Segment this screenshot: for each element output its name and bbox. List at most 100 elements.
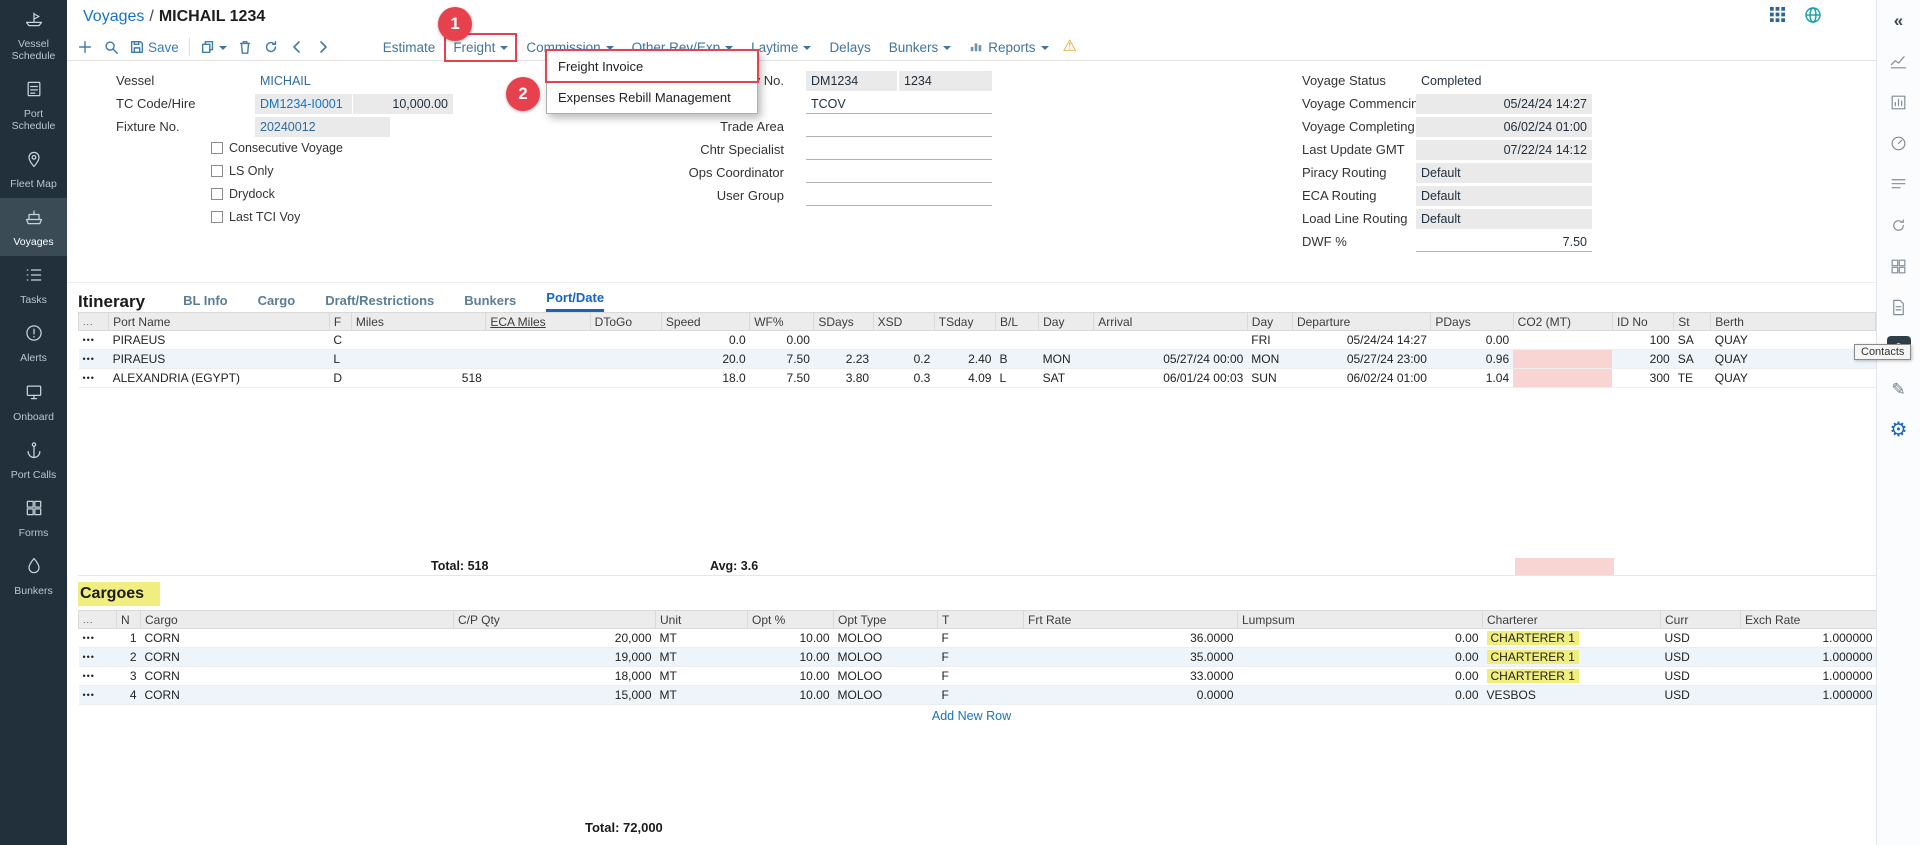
trade-area-field[interactable]: [806, 117, 992, 137]
prev-icon[interactable]: [289, 39, 305, 55]
warning-icon[interactable]: ⚠: [1063, 39, 1077, 55]
add-new-row-link[interactable]: Add New Row: [932, 709, 1011, 723]
voyage-commencing-field[interactable]: 05/24/24 14:27: [1416, 94, 1592, 114]
ls-only-checkbox[interactable]: [211, 165, 223, 177]
cell: 18,000: [454, 667, 656, 686]
sidebar-item-port-calls[interactable]: Port Calls: [0, 431, 67, 489]
opr-type-field[interactable]: TCOV: [806, 94, 992, 114]
settings-icon[interactable]: ⚙: [1887, 418, 1911, 442]
tc-hire-field[interactable]: 10,000.00: [353, 94, 453, 114]
edit-icon[interactable]: ✎: [1887, 377, 1911, 401]
column-header: N: [117, 611, 141, 629]
eca-routing-field[interactable]: Default: [1416, 186, 1592, 206]
cargo-row[interactable]: ••• 1 CORN 20,000 MT 10.00 MOLOO F 36.00…: [79, 629, 1877, 648]
trend-chart-icon[interactable]: [1887, 49, 1911, 73]
tab-cargo[interactable]: Cargo: [258, 293, 296, 312]
sidebar-item-voyages[interactable]: Voyages: [0, 198, 67, 256]
drydock-checkbox[interactable]: [211, 188, 223, 200]
save-label: Save: [148, 40, 179, 55]
row-menu-icon[interactable]: •••: [79, 667, 117, 686]
dwf-field[interactable]: 7.50: [1416, 232, 1592, 252]
itinerary-row[interactable]: ••• ALEXANDRIA (EGYPT) D 518 18.0 7.50 3…: [79, 369, 1876, 388]
sidebar-item-vessel-schedule[interactable]: Vessel Schedule: [0, 0, 67, 70]
sidebar-item-fleet-map[interactable]: Fleet Map: [0, 140, 67, 198]
itinerary-row[interactable]: ••• PIRAEUS L 20.0 7.50 2.23 0.2 2.40 B …: [79, 350, 1876, 369]
search-icon[interactable]: [103, 39, 119, 55]
row-menu-icon[interactable]: •••: [79, 369, 109, 388]
column-header: Unit: [656, 611, 748, 629]
cell: 4: [117, 686, 141, 705]
add-icon[interactable]: [77, 39, 93, 55]
cell: [590, 331, 661, 350]
row-menu-icon[interactable]: •••: [79, 629, 117, 648]
menu-item-expenses-rebill[interactable]: Expenses Rebill Management: [547, 82, 757, 113]
trade-area-label: Trade Area: [667, 117, 784, 137]
tab-bl-info[interactable]: BL Info: [183, 293, 228, 312]
fixture-no-field[interactable]: 20240012: [255, 117, 390, 137]
sync-icon[interactable]: [1887, 213, 1911, 237]
tab-bunkers[interactable]: Bunkers: [464, 293, 516, 312]
tc-code-hire-label: TC Code/Hire: [116, 94, 195, 114]
piracy-routing-field[interactable]: Default: [1416, 163, 1592, 183]
menu-delays[interactable]: Delays: [825, 37, 874, 58]
cell: 19,000: [454, 648, 656, 667]
delete-icon[interactable]: [237, 39, 253, 55]
cell: 0.00: [1238, 629, 1483, 648]
left-sidebar: Vessel Schedule Port Schedule Fleet Map …: [0, 0, 67, 845]
sidebar-item-bunkers[interactable]: Bunkers: [0, 547, 67, 605]
user-group-field[interactable]: [806, 186, 992, 206]
cargo-row[interactable]: ••• 3 CORN 18,000 MT 10.00 MOLOO F 33.00…: [79, 667, 1877, 686]
cell: [995, 331, 1038, 350]
grid-icon[interactable]: [1887, 254, 1911, 278]
next-icon[interactable]: [315, 39, 331, 55]
load-line-routing-field[interactable]: Default: [1416, 209, 1592, 229]
port-schedule-icon: [24, 79, 44, 104]
row-menu-icon[interactable]: •••: [79, 350, 109, 369]
sidebar-item-alerts[interactable]: Alerts: [0, 314, 67, 372]
cargoes-table: ... N Cargo C/P Qty Unit Opt % Opt Type …: [78, 610, 1877, 705]
refresh-icon[interactable]: [263, 39, 279, 55]
tab-draft-restrictions[interactable]: Draft/Restrictions: [325, 293, 434, 312]
last-update-gmt-field[interactable]: 07/22/24 14:12: [1416, 140, 1592, 160]
copy-icon[interactable]: [200, 39, 227, 55]
sidebar-item-port-schedule[interactable]: Port Schedule: [0, 70, 67, 140]
voy-no-field[interactable]: DM1234: [806, 71, 897, 91]
cell: B: [995, 350, 1038, 369]
cell: [486, 331, 590, 350]
grid-view-icon[interactable]: [1769, 6, 1786, 28]
chtr-specialist-label: Chtr Specialist: [667, 140, 784, 160]
sidebar-item-forms[interactable]: Forms: [0, 489, 67, 547]
cargoes-title-highlight: Cargoes: [78, 582, 160, 606]
list-icon[interactable]: [1887, 172, 1911, 196]
chtr-specialist-field[interactable]: [806, 140, 992, 160]
voy-no-suffix-field[interactable]: 1234: [899, 71, 992, 91]
save-button[interactable]: Save: [129, 39, 179, 55]
breadcrumb[interactable]: Voyages: [83, 8, 144, 26]
gauge-icon[interactable]: [1887, 131, 1911, 155]
document-icon[interactable]: [1887, 295, 1911, 319]
cell: 33.0000: [1024, 667, 1238, 686]
box-chart-icon[interactable]: [1887, 90, 1911, 114]
tc-code-field[interactable]: DM1234-I0001: [255, 94, 352, 114]
menu-estimate[interactable]: Estimate: [379, 37, 440, 58]
sidebar-item-tasks[interactable]: Tasks: [0, 256, 67, 314]
sidebar-item-onboard[interactable]: Onboard: [0, 373, 67, 431]
vessel-field[interactable]: MICHAIL: [255, 71, 415, 91]
ops-coordinator-field[interactable]: [806, 163, 992, 183]
consecutive-voyage-checkbox[interactable]: [211, 142, 223, 154]
cargo-row[interactable]: ••• 4 CORN 15,000 MT 10.00 MOLOO F 0.000…: [79, 686, 1877, 705]
row-menu-icon[interactable]: •••: [79, 331, 109, 350]
menu-bunkers[interactable]: Bunkers: [885, 37, 956, 58]
itinerary-row[interactable]: ••• PIRAEUS C 0.0 0.00 FRI 05/24/24 14:2…: [79, 331, 1876, 350]
menu-reports[interactable]: Reports: [965, 36, 1052, 59]
row-menu-icon[interactable]: •••: [79, 686, 117, 705]
last-tci-voy-checkbox[interactable]: [211, 211, 223, 223]
tab-port-date[interactable]: Port/Date: [546, 290, 604, 312]
column-header: WF%: [750, 313, 814, 331]
collapse-right-icon[interactable]: «: [1887, 8, 1911, 32]
menu-item-freight-invoice[interactable]: Freight Invoice: [547, 51, 757, 82]
cargo-row[interactable]: ••• 2 CORN 19,000 MT 10.00 MOLOO F 35.00…: [79, 648, 1877, 667]
voyage-completing-field[interactable]: 06/02/24 01:00: [1416, 117, 1592, 137]
globe-icon[interactable]: [1804, 6, 1822, 29]
row-menu-icon[interactable]: •••: [79, 648, 117, 667]
